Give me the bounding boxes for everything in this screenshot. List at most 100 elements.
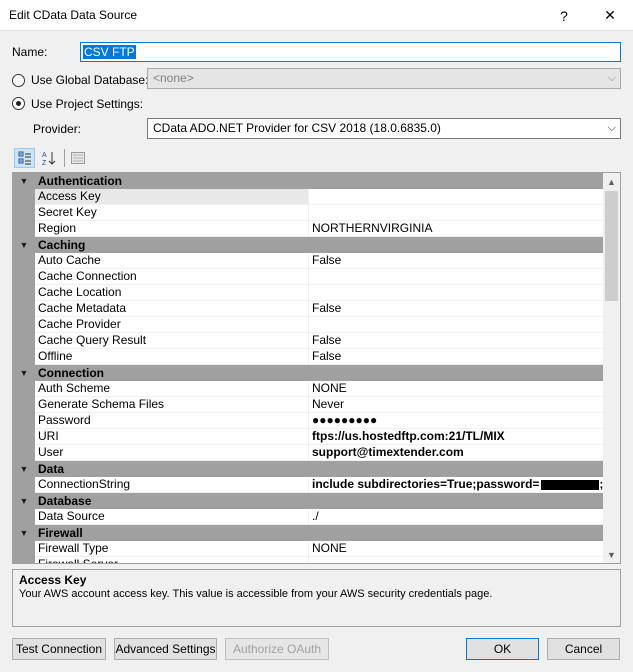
ok-button[interactable]: OK [466, 638, 539, 660]
property-row[interactable]: Auto Cache False [13, 253, 603, 269]
property-row[interactable]: Cache Query Result False [13, 333, 603, 349]
property-name[interactable]: Access Key [35, 189, 309, 205]
scroll-down-icon[interactable]: ▼ [603, 546, 620, 563]
property-name[interactable]: Cache Provider [35, 317, 309, 333]
use-global-database-radio[interactable] [12, 74, 25, 87]
scroll-up-icon[interactable]: ▲ [603, 173, 620, 190]
window-title: Edit CData Data Source [9, 8, 138, 22]
row-gutter [13, 317, 35, 333]
property-name[interactable]: Cache Metadata [35, 301, 309, 317]
advanced-settings-button[interactable]: Advanced Settings [114, 638, 217, 660]
property-value[interactable]: ●●●●●●●●● [309, 413, 603, 429]
row-gutter [13, 189, 35, 205]
property-row[interactable]: User support@timextender.com [13, 445, 603, 461]
vertical-scrollbar[interactable]: ▲ ▼ [603, 173, 620, 563]
property-row[interactable]: Cache Location [13, 285, 603, 301]
property-value[interactable] [309, 317, 603, 333]
collapse-icon[interactable]: ▼ [13, 237, 35, 253]
property-value[interactable]: False [309, 333, 603, 349]
category-row[interactable]: ▼ Data [13, 461, 603, 477]
collapse-icon[interactable]: ▼ [13, 525, 35, 541]
category-row[interactable]: ▼ Connection [13, 365, 603, 381]
scrollbar-thumb[interactable] [605, 191, 618, 301]
property-value[interactable] [309, 285, 603, 301]
collapse-icon[interactable]: ▼ [13, 173, 35, 189]
property-grid[interactable]: ▼ Authentication Access Key Secret Key Regio… [12, 172, 621, 564]
property-value[interactable]: False [309, 301, 603, 317]
property-name[interactable]: Generate Schema Files [35, 397, 309, 413]
property-row[interactable]: Access Key [13, 189, 603, 205]
property-name[interactable]: URI [35, 429, 309, 445]
property-value[interactable] [309, 269, 603, 285]
property-name[interactable]: Data Source [35, 509, 309, 525]
property-value[interactable] [309, 189, 603, 205]
property-value[interactable]: include subdirectories=True;password=;u [309, 477, 603, 493]
close-button[interactable]: ✕ [587, 0, 633, 31]
property-value[interactable]: Never [309, 397, 603, 413]
category-row[interactable]: ▼ Caching [13, 237, 603, 253]
category-row[interactable]: ▼ Authentication [13, 173, 603, 189]
property-row[interactable]: Region NORTHERNVIRGINIA [13, 221, 603, 237]
property-value[interactable]: NONE [309, 541, 603, 557]
property-row[interactable]: Firewall Server [13, 557, 603, 563]
property-name[interactable]: Password [35, 413, 309, 429]
collapse-icon[interactable]: ▼ [13, 365, 35, 381]
property-row[interactable]: Secret Key [13, 205, 603, 221]
property-row[interactable]: Generate Schema Files Never [13, 397, 603, 413]
property-row[interactable]: Cache Provider [13, 317, 603, 333]
property-row[interactable]: Password ●●●●●●●●● [13, 413, 603, 429]
collapse-icon[interactable]: ▼ [13, 493, 35, 509]
property-name[interactable]: Firewall Type [35, 541, 309, 557]
toolbar-separator [64, 149, 65, 167]
use-project-settings-radio[interactable] [12, 97, 25, 110]
property-row[interactable]: URI ftps://us.hostedftp.com:21/TL/MIX [13, 429, 603, 445]
property-name[interactable]: Offline [35, 349, 309, 365]
property-pages-button [68, 148, 88, 168]
name-value: CSV FTP [83, 45, 136, 59]
help-button[interactable]: ? [541, 0, 587, 31]
property-name[interactable]: Cache Connection [35, 269, 309, 285]
property-value[interactable]: False [309, 349, 603, 365]
property-row[interactable]: Firewall Type NONE [13, 541, 603, 557]
property-name[interactable]: Region [35, 221, 309, 237]
property-name[interactable]: Firewall Server [35, 557, 309, 563]
provider-select[interactable]: CData ADO.NET Provider for CSV 2018 (18.… [147, 118, 621, 139]
category-name: Connection [38, 366, 104, 380]
property-row[interactable]: Cache Metadata False [13, 301, 603, 317]
property-value[interactable]: support@timextender.com [309, 445, 603, 461]
categorized-button[interactable] [14, 148, 35, 168]
test-connection-button[interactable]: Test Connection [12, 638, 106, 660]
property-row[interactable]: ConnectionString include subdirectories=T… [13, 477, 603, 493]
category-row[interactable]: ▼ Database [13, 493, 603, 509]
name-field[interactable]: CSV FTP [80, 42, 621, 62]
description-text: Your AWS account access key. This value … [19, 588, 493, 600]
property-name[interactable]: Secret Key [35, 205, 309, 221]
property-value[interactable]: False [309, 253, 603, 269]
property-name[interactable]: Auth Scheme [35, 381, 309, 397]
row-gutter [13, 349, 35, 365]
alphabetical-button[interactable]: A Z [38, 148, 59, 168]
property-value[interactable] [309, 205, 603, 221]
property-name[interactable]: User [35, 445, 309, 461]
category-row[interactable]: ▼ Firewall [13, 525, 603, 541]
property-name[interactable]: ConnectionString [35, 477, 309, 493]
row-gutter [13, 557, 35, 563]
row-gutter [13, 509, 35, 525]
property-row[interactable]: Auth Scheme NONE [13, 381, 603, 397]
property-name[interactable]: Cache Location [35, 285, 309, 301]
property-value[interactable]: NONE [309, 381, 603, 397]
row-gutter [13, 269, 35, 285]
property-row[interactable]: Data Source ./ [13, 509, 603, 525]
collapse-icon[interactable]: ▼ [13, 461, 35, 477]
cancel-button[interactable]: Cancel [547, 638, 620, 660]
property-value[interactable]: ftps://us.hostedftp.com:21/TL/MIX [309, 429, 603, 445]
property-name[interactable]: Cache Query Result [35, 333, 309, 349]
property-row[interactable]: Cache Connection [13, 269, 603, 285]
property-value[interactable]: ./ [309, 509, 603, 525]
property-name[interactable]: Auto Cache [35, 253, 309, 269]
property-value[interactable]: NORTHERNVIRGINIA [309, 221, 603, 237]
property-row[interactable]: Offline False [13, 349, 603, 365]
property-value[interactable] [309, 557, 603, 563]
provider-value: CData ADO.NET Provider for CSV 2018 (18.… [153, 121, 441, 135]
row-gutter [13, 381, 35, 397]
